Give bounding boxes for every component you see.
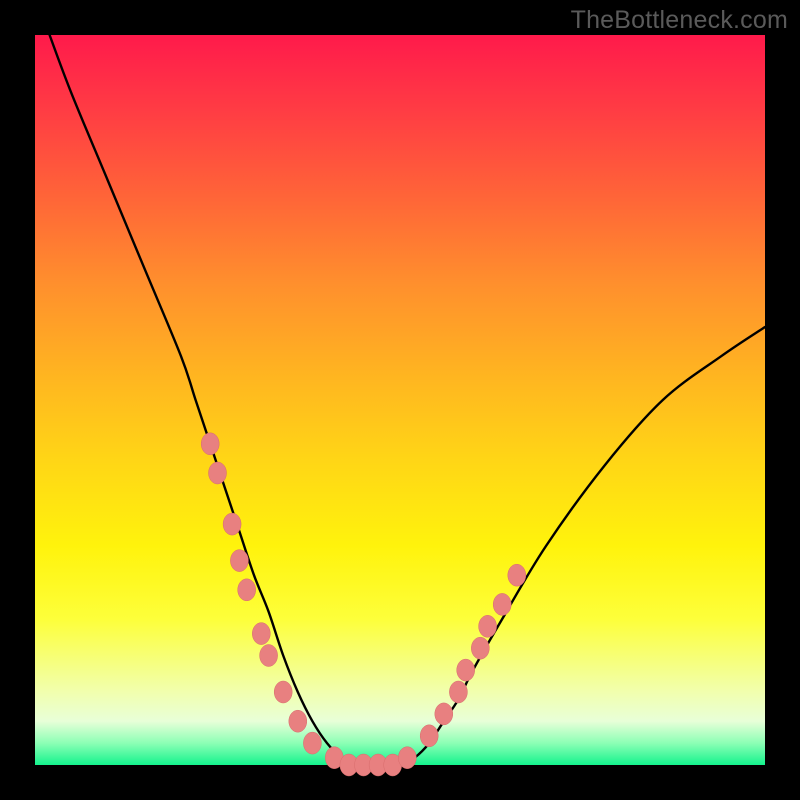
bottleneck-curve-svg <box>35 35 765 765</box>
curve-marker <box>274 681 292 703</box>
curve-marker <box>238 579 256 601</box>
curve-marker <box>479 615 497 637</box>
curve-marker <box>435 703 453 725</box>
curve-marker <box>398 747 416 769</box>
curve-marker <box>420 725 438 747</box>
plot-area <box>35 35 765 765</box>
curve-marker <box>252 623 270 645</box>
curve-marker <box>209 462 227 484</box>
curve-marker <box>260 645 278 667</box>
curve-marker <box>223 513 241 535</box>
curve-marker <box>201 433 219 455</box>
curve-marker <box>457 659 475 681</box>
curve-marker <box>289 710 307 732</box>
bottleneck-curve-path <box>50 35 765 766</box>
curve-marker <box>471 637 489 659</box>
watermark-text: TheBottleneck.com <box>571 6 788 35</box>
curve-marker <box>493 593 511 615</box>
curve-marker <box>303 732 321 754</box>
curve-marker <box>508 564 526 586</box>
marker-group <box>201 433 526 776</box>
curve-marker <box>449 681 467 703</box>
chart-frame: TheBottleneck.com <box>0 0 800 800</box>
curve-marker <box>230 550 248 572</box>
